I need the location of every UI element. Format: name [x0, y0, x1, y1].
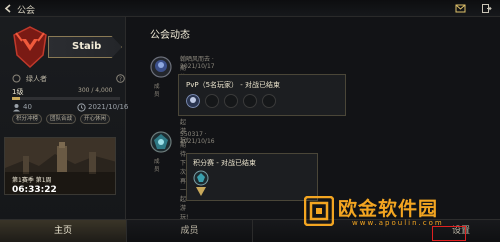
feed-title: 公会动态 — [150, 30, 190, 41]
match-title: PvP（5名玩家） - 对战已结束 — [186, 81, 281, 89]
highlight-box — [432, 226, 466, 241]
season-countdown: 06:33:22 — [12, 185, 57, 195]
members-count: 40 — [23, 103, 32, 111]
member-avatar[interactable] — [150, 56, 172, 78]
tab-members-label: 成员 — [180, 226, 199, 236]
tag-pill: 团队合战 — [46, 114, 77, 124]
match-title: 积分赛 - 对战已结束 — [193, 159, 256, 167]
member-role: 成员 — [154, 84, 160, 98]
guild-exp-fill — [12, 97, 21, 100]
watermark-url: www.apoulin.com — [352, 219, 444, 227]
svg-text:?: ? — [119, 76, 122, 83]
rank-name: 绿人者 — [26, 75, 47, 83]
match-card[interactable]: PvP（5名玩家） - 对战已结束 — [178, 74, 346, 116]
exit-icon[interactable] — [481, 3, 492, 14]
info-icon[interactable]: ? — [116, 74, 125, 83]
tag-pill: 积分冲榜 — [12, 114, 43, 124]
mail-icon[interactable] — [455, 3, 466, 14]
season-label: 第1赛季 第1周 — [12, 177, 52, 184]
app-title: 公会 — [17, 6, 36, 16]
member-avatar[interactable] — [150, 131, 172, 153]
tab-home-label: 主页 — [53, 226, 72, 236]
tag-pill: 开心休闲 — [80, 114, 111, 124]
season-card[interactable]: 第1赛季 第1周 06:33:22 — [4, 137, 116, 195]
empty-slot — [205, 94, 219, 108]
empty-slot — [262, 94, 276, 108]
guild-exp-text: 300 / 4,000 — [78, 87, 113, 94]
member-role: 成员 — [154, 159, 160, 173]
guild-crest-icon — [13, 26, 47, 69]
match-card[interactable]: 积分赛 - 对战已结束 — [186, 153, 318, 201]
back-arrow-icon[interactable] — [4, 4, 12, 13]
guild-level: 1级 — [12, 88, 24, 96]
created-date: 2021/10/16 — [88, 103, 129, 111]
guild-exp-bar — [12, 97, 120, 100]
top-bar: 公会 — [0, 0, 500, 17]
empty-slot — [243, 94, 257, 108]
watermark-logo-icon — [304, 196, 334, 226]
rank-row: 绿人者 ? — [10, 73, 125, 85]
clock-icon — [77, 103, 86, 112]
rank-icon — [12, 74, 21, 83]
empty-slot — [224, 94, 238, 108]
player-avatar — [193, 170, 209, 196]
guild-profile-panel: Staib 绿人者 ? 1级 300 / 4,000 40 2021/10/16… — [0, 17, 129, 225]
watermark-text: 欧金软件园 — [338, 198, 439, 220]
player-avatar — [186, 94, 200, 108]
guild-name: Staib — [72, 41, 102, 52]
tab-home[interactable]: 主页 — [0, 220, 126, 242]
members-icon — [13, 104, 20, 112]
tab-members[interactable]: 成员 — [126, 220, 252, 242]
